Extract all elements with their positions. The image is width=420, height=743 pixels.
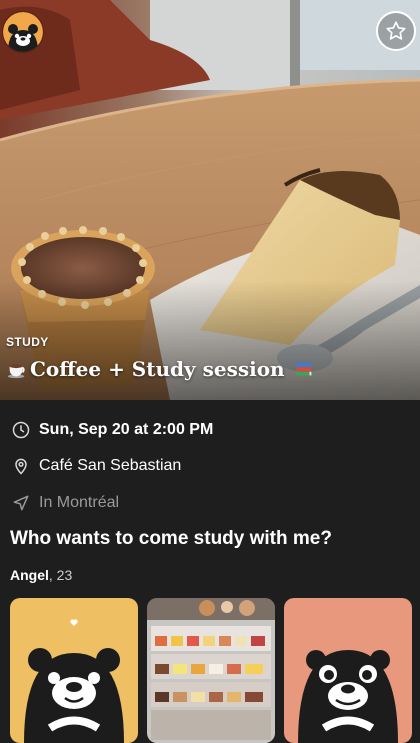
- location-pin-icon: [10, 455, 32, 477]
- event-date-text: Sun, Sep 20 at 2:00 PM: [39, 421, 214, 438]
- event-hero-photo: [0, 0, 420, 400]
- gallery-photo-pastry-case[interactable]: [147, 598, 275, 743]
- photo-gallery[interactable]: [10, 598, 420, 743]
- event-title: Coffee + Study session: [6, 357, 315, 381]
- gallery-photo-bear-yellow[interactable]: [10, 598, 138, 743]
- event-city-text: In Montréal: [39, 494, 120, 511]
- host-age: , 23: [48, 567, 73, 583]
- event-venue-row[interactable]: Café San Sebastian: [10, 455, 181, 477]
- navigation-arrow-icon: [10, 492, 32, 514]
- event-description: Who wants to come study with me?: [10, 528, 332, 549]
- books-icon: [293, 358, 315, 380]
- app-logo-button[interactable]: [3, 12, 43, 52]
- event-city-row: In Montréal: [10, 492, 119, 514]
- event-category-label: STUDY: [6, 335, 49, 349]
- star-icon: [386, 21, 406, 40]
- event-date-row: Sun, Sep 20 at 2:00 PM: [10, 419, 213, 441]
- event-title-text: Coffee + Study session: [30, 357, 285, 381]
- host-name: Angel: [10, 567, 49, 583]
- gallery-photo-otter-salmon[interactable]: [284, 598, 412, 743]
- clock-icon: [10, 419, 32, 441]
- coffee-cup-icon: [6, 358, 28, 380]
- event-venue-text: Café San Sebastian: [39, 457, 182, 474]
- bear-logo-icon: [3, 12, 43, 52]
- favorite-button[interactable]: [376, 11, 416, 51]
- host-info[interactable]: Angel, 23: [10, 567, 72, 583]
